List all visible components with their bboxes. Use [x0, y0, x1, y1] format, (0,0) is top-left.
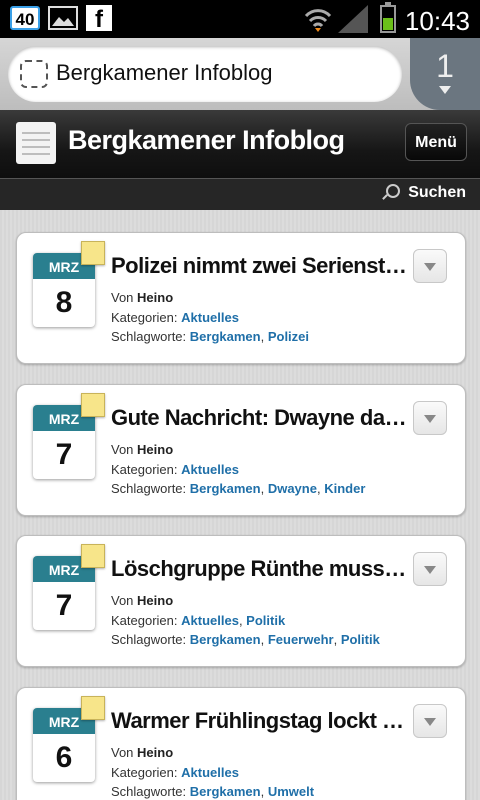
post-author-line: Von Heino [111, 593, 173, 608]
post-author: Heino [137, 745, 174, 760]
category-link[interactable]: Aktuelles [181, 765, 239, 780]
sticky-note-icon [81, 241, 105, 265]
tag-link[interactable]: Kinder [324, 481, 365, 496]
notification-badge-icon: 40 [10, 6, 40, 30]
post-author-line: Von Heino [111, 290, 173, 305]
post-categories-line: Kategorien: Aktuelles [111, 462, 239, 477]
category-link[interactable]: Politik [246, 613, 285, 628]
url-text: Bergkamener Infoblog [56, 60, 273, 85]
post-title-link[interactable]: Gute Nachricht: Dwayne darf in ... [111, 405, 411, 431]
site-title[interactable]: Bergkamener Infoblog [68, 125, 345, 156]
site-header: Bergkamener Infoblog Menü [0, 110, 480, 178]
tag-link[interactable]: Politik [341, 632, 380, 647]
post-categories-line: Kategorien: Aktuelles [111, 765, 239, 780]
category-link[interactable]: Aktuelles [181, 310, 239, 325]
by-label: Von [111, 442, 134, 457]
post-author: Heino [137, 442, 174, 457]
tag-link[interactable]: Bergkamen [190, 481, 261, 496]
signal-icon [338, 5, 368, 33]
date-calendar-icon: MRZ 7 [33, 544, 105, 630]
search-bar: Suchen [0, 178, 480, 211]
post-tags-line: Schlagworte: Bergkamen, Feuerwehr, Polit… [111, 632, 380, 647]
post-card[interactable]: MRZ 8 Polizei nimmt zwei Serienstraftä..… [16, 232, 466, 364]
tab-count: 1 [436, 48, 454, 84]
post-dropdown-button[interactable] [413, 401, 447, 435]
facebook-icon: f [86, 5, 112, 31]
tag-link[interactable]: Dwayne [268, 481, 317, 496]
battery-icon [380, 2, 396, 33]
categories-label: Kategorien: [111, 613, 178, 628]
by-label: Von [111, 290, 134, 305]
tag-link[interactable]: Bergkamen [190, 784, 261, 799]
post-day: 7 [55, 589, 73, 622]
url-field[interactable]: Bergkamener Infoblog [8, 46, 402, 102]
post-author: Heino [137, 290, 174, 305]
search-button[interactable]: Suchen [386, 184, 466, 202]
picture-icon [48, 6, 78, 30]
post-author: Heino [137, 593, 174, 608]
sticky-note-icon [81, 544, 105, 568]
post-tags-line: Schlagworte: Bergkamen, Polizei [111, 329, 310, 344]
post-author-line: Von Heino [111, 442, 173, 457]
post-title-link[interactable]: Polizei nimmt zwei Serienstraftä... [111, 253, 411, 279]
post-tags-line: Schlagworte: Bergkamen, Umwelt [111, 784, 315, 799]
post-title-link[interactable]: Warmer Frühlingstag lockt berei... [111, 708, 411, 734]
categories-label: Kategorien: [111, 310, 178, 325]
sticky-note-icon [81, 393, 105, 417]
date-calendar-icon: MRZ 7 [33, 393, 105, 479]
menu-button[interactable]: Menü [405, 123, 467, 161]
post-categories-line: Kategorien: Aktuelles [111, 310, 239, 325]
tags-label: Schlagworte: [111, 329, 187, 344]
tag-link[interactable]: Feuerwehr [268, 632, 334, 647]
category-link[interactable]: Aktuelles [181, 613, 239, 628]
post-day: 6 [55, 741, 73, 774]
date-calendar-icon: MRZ 8 [33, 241, 105, 327]
post-dropdown-button[interactable] [413, 552, 447, 586]
post-categories-line: Kategorien: Aktuelles, Politik [111, 613, 286, 628]
tag-link[interactable]: Bergkamen [190, 329, 261, 344]
status-bar: 40 f 10:43 [0, 0, 480, 38]
post-dropdown-button[interactable] [413, 704, 447, 738]
post-title-link[interactable]: Löschgruppe Rünthe muss für ... [111, 556, 411, 582]
categories-label: Kategorien: [111, 765, 178, 780]
post-author-line: Von Heino [111, 745, 173, 760]
sticky-note-icon [81, 696, 105, 720]
tags-label: Schlagworte: [111, 784, 187, 799]
clock: 10:43 [404, 6, 470, 36]
categories-label: Kategorien: [111, 462, 178, 477]
tag-link[interactable]: Bergkamen [190, 632, 261, 647]
tag-link[interactable]: Umwelt [268, 784, 314, 799]
search-icon [386, 184, 401, 198]
post-card[interactable]: MRZ 7 Löschgruppe Rünthe muss für ... Vo… [16, 535, 466, 667]
post-day: 8 [55, 286, 73, 319]
tags-label: Schlagworte: [111, 481, 187, 496]
post-list: MRZ 8 Polizei nimmt zwei Serienstraftä..… [0, 210, 480, 800]
chevron-down-icon [439, 86, 451, 94]
post-day: 7 [55, 438, 73, 471]
wifi-icon [304, 9, 332, 32]
date-calendar-icon: MRZ 6 [33, 696, 105, 782]
search-label: Suchen [408, 184, 466, 201]
tags-label: Schlagworte: [111, 632, 187, 647]
post-card[interactable]: MRZ 6 Warmer Frühlingstag lockt berei...… [16, 687, 466, 800]
by-label: Von [111, 593, 134, 608]
browser-url-bar: Bergkamener Infoblog 1 [0, 38, 480, 110]
notepad-logo-icon [16, 122, 56, 164]
page-icon [20, 60, 48, 88]
tag-link[interactable]: Polizei [268, 329, 309, 344]
by-label: Von [111, 745, 134, 760]
post-dropdown-button[interactable] [413, 249, 447, 283]
post-card[interactable]: MRZ 7 Gute Nachricht: Dwayne darf in ...… [16, 384, 466, 516]
category-link[interactable]: Aktuelles [181, 462, 239, 477]
post-tags-line: Schlagworte: Bergkamen, Dwayne, Kinder [111, 481, 366, 496]
tabs-button[interactable]: 1 [410, 38, 480, 110]
